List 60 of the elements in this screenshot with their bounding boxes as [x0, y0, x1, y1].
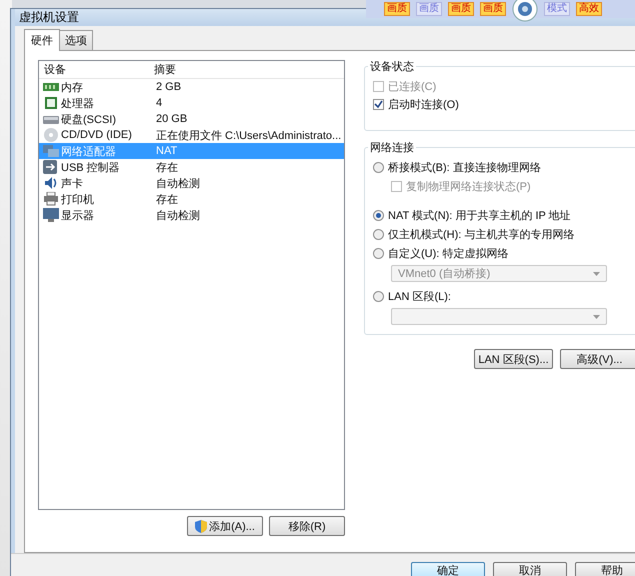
radio-button[interactable]: [373, 291, 384, 302]
tab[interactable]: 选项: [59, 30, 93, 50]
button[interactable]: LAN 区段(S)...: [474, 349, 553, 369]
radio-label: LAN 区段(L):: [388, 290, 451, 304]
button[interactable]: 高级(V)...: [560, 349, 635, 369]
device-summary: 4: [155, 97, 162, 109]
shield-icon: [195, 520, 208, 532]
device-name[interactable]: 硬盘(SCSI): [61, 112, 116, 126]
toolbar-button[interactable]: 画质: [448, 2, 474, 16]
device-name[interactable]: 声卡: [61, 176, 83, 190]
device-summary: 2 GB: [155, 81, 182, 93]
device-name[interactable]: CD/DVD (IDE): [61, 129, 132, 141]
toolbar-button[interactable]: 画质: [480, 2, 506, 16]
chip-icon: [43, 96, 59, 110]
radio-button[interactable]: [373, 162, 384, 173]
radio-button[interactable]: [373, 229, 384, 240]
column-header[interactable]: 摘要: [154, 62, 176, 77]
speaker-icon: [43, 176, 59, 190]
device-summary: 存在: [155, 192, 178, 206]
add-button[interactable]: 添加(A)...: [187, 516, 263, 536]
radio-label: 桥接模式(B): 直接连接物理网络: [388, 160, 541, 175]
monitor-icon: [43, 208, 59, 222]
radio-label: 仅主机模式(H): 与主机共享的专用网络: [388, 228, 574, 242]
button[interactable]: 帮助: [575, 562, 635, 576]
checkbox-label: 启动时连接(O): [388, 98, 459, 112]
device-summary: 20 GB: [155, 113, 188, 125]
tab[interactable]: 硬件: [24, 29, 60, 51]
device-name[interactable]: 打印机: [61, 192, 94, 206]
device-summary: 存在: [155, 160, 178, 174]
group-title: 网络连接: [368, 140, 416, 155]
device-summary: 正在使用文件 C:\Users\Administrato...: [155, 128, 342, 142]
column-header[interactable]: 设备: [39, 62, 154, 77]
radio-button[interactable]: [373, 210, 384, 221]
network-icon: [43, 144, 59, 158]
toolbar-button[interactable]: 画质: [384, 2, 410, 16]
caret-icon: [593, 314, 600, 318]
device-summary: 自动检测: [155, 208, 200, 222]
checkbox-label: 已连接(C): [388, 80, 436, 94]
device-name[interactable]: 处理器: [61, 96, 94, 110]
caret-icon: [593, 272, 600, 276]
device-name[interactable]: USB 控制器: [61, 160, 120, 174]
button[interactable]: 确定: [411, 562, 485, 576]
device-summary: 自动检测: [155, 176, 200, 190]
device-name[interactable]: 显示器: [61, 208, 94, 222]
disc-icon: [43, 128, 59, 142]
radio-label: NAT 模式(N): 用于共享主机的 IP 地址: [388, 208, 571, 223]
device-name[interactable]: 内存: [61, 80, 83, 94]
radio-label: 自定义(U): 特定虚拟网络: [388, 246, 508, 261]
group-title: 设备状态: [368, 59, 416, 74]
window-title: 虚拟机设置: [19, 9, 79, 26]
memory-icon: [43, 80, 59, 94]
remove-button[interactable]: 移除(R): [269, 516, 345, 536]
radio-button[interactable]: [373, 248, 384, 259]
toolbar-button[interactable]: 高效: [576, 2, 602, 16]
usb-icon: [43, 160, 59, 174]
checkbox-label: 复制物理网络连接状态(P): [406, 180, 531, 194]
printer-icon: [43, 192, 59, 206]
checkbox[interactable]: [373, 99, 384, 110]
device-summary: NAT: [155, 145, 178, 157]
button[interactable]: 取消: [493, 562, 567, 576]
